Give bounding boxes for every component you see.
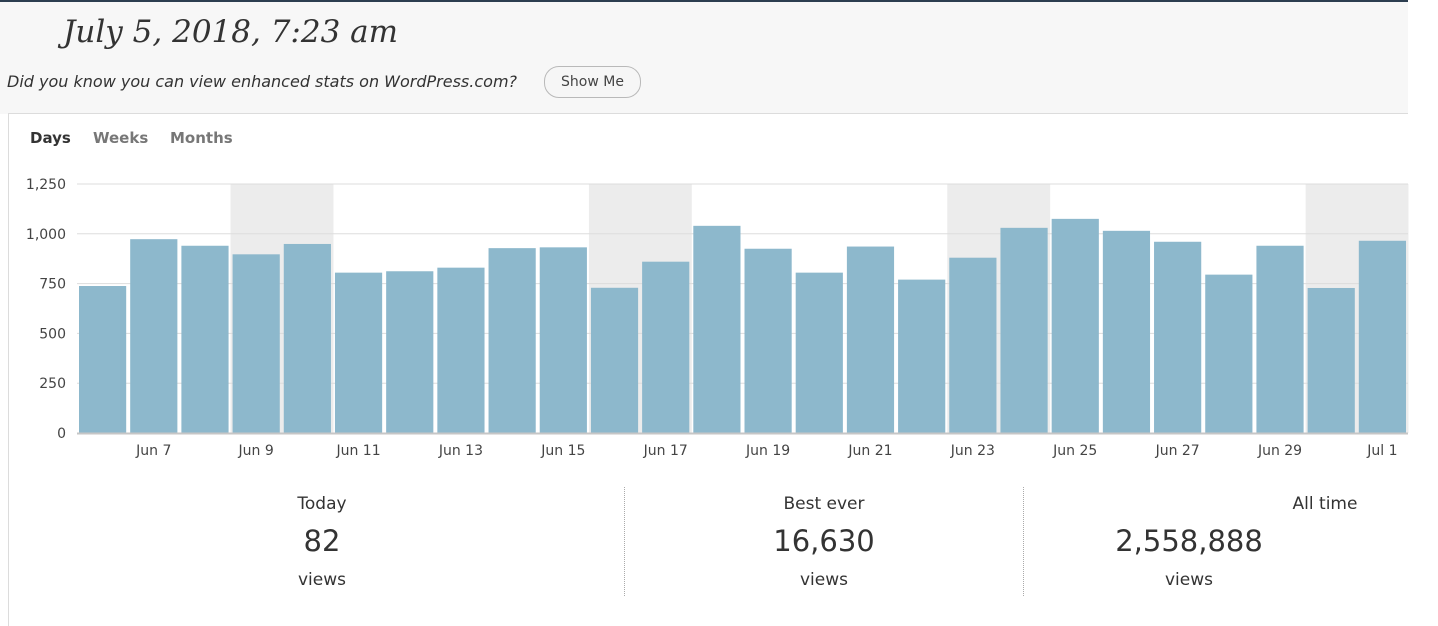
y-tick-label: 1,000	[26, 227, 66, 243]
bar	[846, 246, 895, 433]
bar	[1102, 230, 1151, 433]
y-tick-label: 500	[39, 326, 66, 342]
today-value: 82	[303, 524, 341, 558]
x-tick-label: Jun 7	[135, 443, 171, 459]
y-tick-label: 250	[39, 376, 66, 392]
all-time-value: 2,558,888	[1115, 524, 1263, 558]
x-tick-label: Jun 25	[1052, 443, 1097, 459]
bar	[283, 243, 331, 433]
y-tick-label: 1,250	[26, 177, 66, 193]
bar	[181, 245, 229, 433]
bar	[1358, 240, 1406, 433]
today-label: Today	[297, 494, 347, 514]
x-tick-label: Jun 21	[847, 443, 892, 459]
bar	[1051, 218, 1099, 433]
today-unit: views	[297, 570, 346, 590]
x-tick-label: Jun 15	[540, 443, 585, 459]
bar	[437, 267, 485, 433]
bar	[539, 247, 587, 433]
bar	[590, 287, 639, 433]
x-tick-label: Jun 9	[238, 443, 274, 459]
bar	[898, 279, 946, 433]
x-tick-label: Jun 27	[1155, 443, 1200, 459]
bar	[386, 271, 434, 433]
bar	[488, 248, 536, 433]
bar	[1307, 287, 1355, 433]
summary-divider	[1023, 487, 1024, 596]
x-tick-label: Jun 17	[643, 443, 688, 459]
y-tick-label: 750	[39, 277, 66, 293]
bar	[232, 254, 280, 433]
best-ever-unit: views	[799, 570, 848, 590]
bar	[795, 272, 843, 433]
all-time-unit: views	[1164, 570, 1213, 590]
bar	[744, 248, 792, 433]
x-tick-label: Jun 19	[745, 443, 790, 459]
bar	[79, 285, 127, 433]
bar	[1205, 274, 1253, 433]
bar	[642, 261, 690, 433]
bar	[1154, 241, 1202, 433]
best-ever-value: 16,630	[773, 524, 875, 558]
y-tick-label: 0	[57, 426, 66, 442]
x-tick-label: Jul 1	[1366, 443, 1397, 459]
bar	[1256, 245, 1304, 433]
x-tick-label: Jun 29	[1257, 443, 1302, 459]
x-tick-label: Jun 11	[335, 443, 380, 459]
x-tick-label: Jun 23	[950, 443, 995, 459]
bar	[693, 225, 741, 433]
bar	[949, 257, 997, 433]
summary-divider	[624, 487, 625, 596]
all-time-label: All time	[1292, 494, 1358, 514]
x-tick-label: Jun 13	[438, 443, 483, 459]
bar	[334, 272, 383, 433]
bar	[1000, 227, 1048, 433]
bar	[130, 239, 178, 433]
best-ever-label: Best ever	[783, 494, 865, 514]
